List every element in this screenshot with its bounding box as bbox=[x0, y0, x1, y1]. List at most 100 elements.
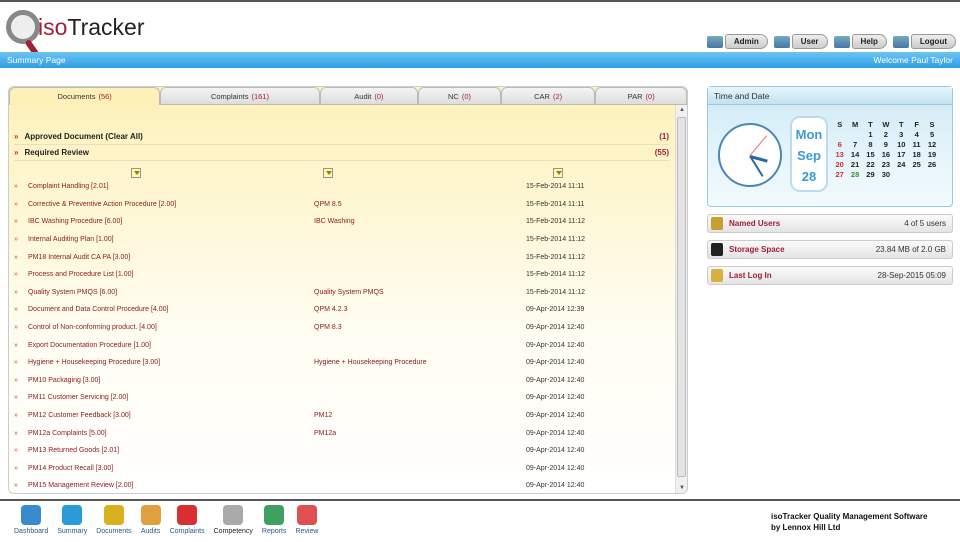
document-name[interactable]: Corrective & Preventive Action Procedure… bbox=[28, 201, 314, 208]
logout-button[interactable]: Logout bbox=[892, 34, 956, 49]
document-name[interactable]: PM11 Customer Servicing [2.00] bbox=[28, 394, 314, 401]
calendar-day[interactable]: 16 bbox=[878, 150, 893, 159]
table-row[interactable]: » PM12 Customer Feedback [3.00] PM12 09-Apr… bbox=[14, 407, 669, 425]
calendar-day[interactable]: 28 bbox=[847, 170, 862, 179]
document-name[interactable]: PM13 Returned Goods [2.01] bbox=[28, 447, 314, 454]
document-name[interactable]: Complaint Handling [2.01] bbox=[28, 183, 314, 190]
table-row[interactable]: » Process and Procedure List [1.00] 15-Feb… bbox=[14, 266, 669, 284]
calendar-day[interactable]: 29 bbox=[863, 170, 878, 179]
calendar-day[interactable]: 25 bbox=[909, 160, 924, 169]
table-row[interactable]: » PM15 Management Review [2.00] 09-Apr-201… bbox=[14, 477, 669, 493]
calendar-day[interactable]: 7 bbox=[847, 140, 862, 149]
admin-button[interactable]: Admin bbox=[706, 34, 768, 49]
nav-dashboard[interactable]: Dashboard bbox=[14, 505, 48, 535]
calendar-day[interactable]: 3 bbox=[894, 130, 909, 139]
help-button[interactable]: Help bbox=[833, 34, 887, 49]
document-name[interactable]: PM14 Product Recall [3.00] bbox=[28, 465, 314, 472]
calendar-day[interactable]: 2 bbox=[878, 130, 893, 139]
calendar-day[interactable]: 21 bbox=[847, 160, 862, 169]
document-name[interactable]: PM15 Management Review [2.00] bbox=[28, 482, 314, 489]
calendar-day[interactable]: 23 bbox=[878, 160, 893, 169]
nav-audits[interactable]: Audits bbox=[140, 505, 161, 535]
document-name[interactable]: Process and Procedure List [1.00] bbox=[28, 271, 314, 278]
document-name[interactable]: Hygiene + Housekeeping Procedure [3.00] bbox=[28, 359, 314, 366]
table-row[interactable]: » Control of Non-conforming product. [4.0… bbox=[14, 319, 669, 337]
table-row[interactable]: » PM10 Packaging [3.00] 09-Apr-2014 12:40 bbox=[14, 372, 669, 390]
table-row[interactable]: » Corrective & Preventive Action Procedur… bbox=[14, 196, 669, 214]
info-named-users[interactable]: Named Users 4 of 5 users bbox=[707, 214, 953, 233]
calendar-day[interactable]: 19 bbox=[924, 150, 939, 159]
table-row[interactable]: » Quality System PMQS [6.00] Quality Syste… bbox=[14, 284, 669, 302]
calendar-day[interactable]: 1 bbox=[863, 130, 878, 139]
document-name[interactable]: PM10 Packaging [3.00] bbox=[28, 377, 314, 384]
calendar-day[interactable]: 27 bbox=[832, 170, 847, 179]
calendar-day[interactable]: 14 bbox=[847, 150, 862, 159]
scrollbar[interactable]: ▲ ▼ bbox=[675, 105, 687, 493]
calendar-day[interactable]: 17 bbox=[894, 150, 909, 159]
table-row[interactable]: » PM18 Internal Audit CA PA [3.00] 15-Feb-… bbox=[14, 248, 669, 266]
filter-date-icon[interactable] bbox=[553, 168, 563, 178]
nav-summary[interactable]: Summary bbox=[57, 505, 87, 535]
calendar-day[interactable] bbox=[847, 130, 862, 139]
scroll-up-icon[interactable]: ▲ bbox=[679, 107, 685, 113]
document-name[interactable]: PM12a Complaints [5.00] bbox=[28, 430, 314, 437]
table-row[interactable]: » PM14 Product Recall [3.00] 09-Apr-2014 1… bbox=[14, 460, 669, 478]
table-row[interactable]: » Internal Auditing Plan [1.00] 15-Feb-201… bbox=[14, 231, 669, 249]
table-row[interactable]: » IBC Washing Procedure [6.00] IBC Washing… bbox=[14, 213, 669, 231]
table-row[interactable]: » PM11 Customer Servicing [2.00] 09-Apr-20… bbox=[14, 389, 669, 407]
tab-car[interactable]: CAR (2) bbox=[500, 87, 596, 105]
document-name[interactable]: Export Documentation Procedure [1.00] bbox=[28, 342, 314, 349]
table-row[interactable]: » Export Documentation Procedure [1.00] 09… bbox=[14, 336, 669, 354]
calendar-day[interactable]: 30 bbox=[878, 170, 893, 179]
document-name[interactable]: IBC Washing Procedure [6.00] bbox=[28, 218, 314, 225]
document-name[interactable]: Internal Auditing Plan [1.00] bbox=[28, 236, 314, 243]
table-row[interactable]: » Complaint Handling [2.01] 15-Feb-2014 11… bbox=[14, 178, 669, 196]
nav-documents[interactable]: Documents bbox=[96, 505, 132, 535]
document-name[interactable]: PM12 Customer Feedback [3.00] bbox=[28, 412, 314, 419]
calendar-day[interactable]: 26 bbox=[924, 160, 939, 169]
calendar-day[interactable]: 8 bbox=[863, 140, 878, 149]
calendar-day[interactable]: 10 bbox=[894, 140, 909, 149]
calendar-day[interactable]: 6 bbox=[832, 140, 847, 149]
document-name[interactable]: PM18 Internal Audit CA PA [3.00] bbox=[28, 254, 314, 261]
table-row[interactable]: » Document and Data Control Procedure [4.… bbox=[14, 301, 669, 319]
filter-code-icon[interactable] bbox=[323, 168, 333, 178]
section-required-review[interactable]: » Required Review (55) bbox=[14, 145, 669, 161]
table-row[interactable]: » PM13 Returned Goods [2.01] 09-Apr-2014 1… bbox=[14, 442, 669, 460]
tab-audit[interactable]: Audit (0) bbox=[319, 87, 419, 105]
info-label: Named Users bbox=[729, 219, 781, 228]
nav-label: Dashboard bbox=[14, 528, 49, 535]
nav-review[interactable]: Review bbox=[295, 505, 318, 535]
calendar-day[interactable]: 22 bbox=[863, 160, 878, 169]
nav-reports[interactable]: Reports bbox=[262, 505, 286, 535]
nav-complaints[interactable]: Complaints bbox=[170, 505, 205, 535]
calendar-day[interactable] bbox=[832, 130, 847, 139]
document-name[interactable]: Control of Non-conforming product. [4.00… bbox=[28, 324, 314, 331]
tab-nc[interactable]: NC (0) bbox=[418, 87, 501, 105]
calendar-day[interactable]: 13 bbox=[832, 150, 847, 159]
calendar-day[interactable]: 9 bbox=[878, 140, 893, 149]
tab-par[interactable]: PAR (0) bbox=[595, 87, 687, 105]
document-name[interactable]: Document and Data Control Procedure [4.0… bbox=[28, 306, 314, 313]
user-button[interactable]: User bbox=[773, 34, 828, 49]
section-approved[interactable]: » Approved Document (Clear All) (1) bbox=[14, 129, 669, 145]
scroll-thumb[interactable] bbox=[677, 117, 686, 477]
calendar-day[interactable]: 11 bbox=[909, 140, 924, 149]
info-last-log-in[interactable]: Last Log In 28-Sep-2015 05:09 bbox=[707, 266, 953, 285]
document-name[interactable]: Quality System PMQS [6.00] bbox=[28, 289, 314, 296]
calendar-day[interactable]: 18 bbox=[909, 150, 924, 159]
tab-documents[interactable]: Documents (56) bbox=[9, 87, 161, 105]
calendar-day[interactable]: 4 bbox=[909, 130, 924, 139]
calendar-day[interactable]: 20 bbox=[832, 160, 847, 169]
nav-competency[interactable]: Competency bbox=[214, 505, 253, 535]
calendar-day[interactable]: 12 bbox=[924, 140, 939, 149]
table-row[interactable]: » Hygiene + Housekeeping Procedure [3.00]… bbox=[14, 354, 669, 372]
calendar-day[interactable]: 24 bbox=[894, 160, 909, 169]
filter-name-icon[interactable] bbox=[131, 168, 141, 178]
scroll-down-icon[interactable]: ▼ bbox=[679, 485, 685, 491]
table-row[interactable]: » PM12a Complaints [5.00] PM12a 09-Apr-2014… bbox=[14, 424, 669, 442]
tab-complaints[interactable]: Complaints (161) bbox=[160, 87, 320, 105]
info-storage-space[interactable]: Storage Space 23.84 MB of 2.0 GB bbox=[707, 240, 953, 259]
calendar-day[interactable]: 5 bbox=[924, 130, 939, 139]
calendar-day[interactable]: 15 bbox=[863, 150, 878, 159]
